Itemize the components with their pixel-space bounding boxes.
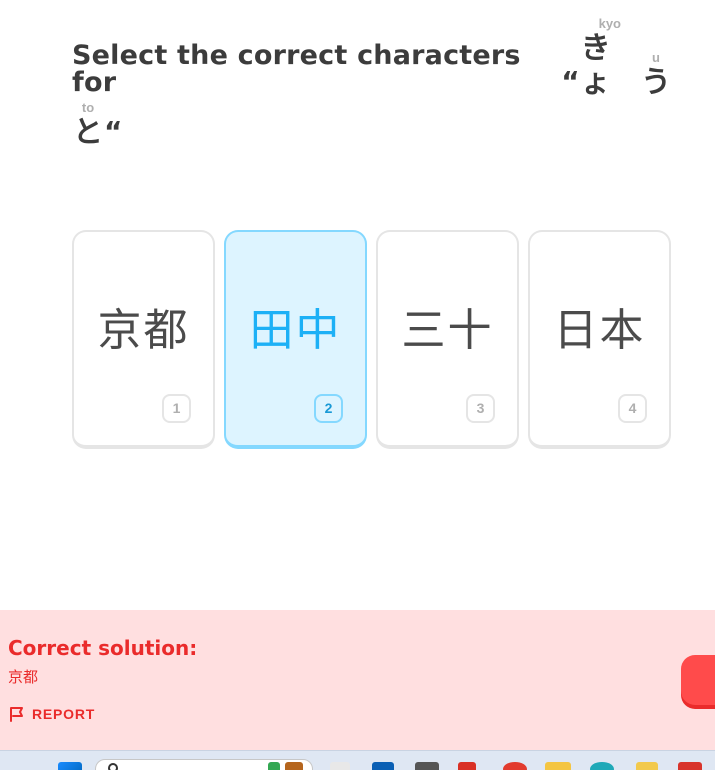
file-icon[interactable] xyxy=(285,762,303,770)
choice-characters: 日本 xyxy=(553,305,646,356)
open-quote: “ xyxy=(561,65,580,98)
prompt-line-2: to と “ xyxy=(72,100,672,150)
file-explorer-icon[interactable] xyxy=(503,762,527,770)
ruby-reading: kyo xyxy=(598,16,621,31)
choice-characters: 京都 xyxy=(97,305,190,356)
drive-icon[interactable] xyxy=(268,762,280,770)
correct-answer: 京都 xyxy=(8,668,39,686)
pdf-icon[interactable] xyxy=(415,762,439,770)
chrome-icon[interactable] xyxy=(458,762,476,770)
ruby-kana: と xyxy=(73,115,103,150)
choice-card-1[interactable]: 京都 1 xyxy=(72,230,215,449)
prompt-line-1: Select the correct characters for “ kyo … xyxy=(72,16,672,100)
ruby-reading: to xyxy=(81,100,95,115)
copilot-icon[interactable] xyxy=(330,762,350,770)
feedback-footer: Correct solution: 京都 REPORT xyxy=(0,610,715,750)
folder-icon[interactable] xyxy=(545,762,571,770)
ruby-kyo: kyo きょ xyxy=(581,16,639,100)
windows-start-icon[interactable] xyxy=(58,762,82,770)
choice-characters: 田中 xyxy=(249,305,342,356)
terminal-icon[interactable] xyxy=(372,762,394,770)
prompt: Select the correct characters for “ kyo … xyxy=(72,16,672,150)
edge-icon[interactable] xyxy=(590,762,614,770)
choice-card-3[interactable]: 三十 3 xyxy=(376,230,519,449)
taskbar-search[interactable] xyxy=(95,759,313,770)
report-button[interactable]: REPORT xyxy=(8,705,95,723)
ruby-kana: きょ xyxy=(580,31,611,100)
taskbar xyxy=(0,750,715,770)
choice-key-badge: 4 xyxy=(618,394,647,423)
ruby-to: to と xyxy=(73,100,103,150)
report-label: REPORT xyxy=(32,706,96,722)
prompt-text: Select the correct characters for xyxy=(72,40,521,98)
choice-key-badge: 2 xyxy=(314,394,343,423)
ruby-reading: u xyxy=(652,50,660,65)
choice-list: 京都 1 田中 2 三十 3 日本 4 xyxy=(72,230,671,449)
flag-icon xyxy=(10,707,23,722)
app-icon[interactable] xyxy=(678,762,702,770)
choice-key-badge: 3 xyxy=(466,394,495,423)
ruby-u: u う xyxy=(641,50,671,100)
continue-button[interactable] xyxy=(681,655,715,705)
choice-card-4[interactable]: 日本 4 xyxy=(528,230,671,449)
choice-card-2[interactable]: 田中 2 xyxy=(224,230,367,449)
feedback-title: Correct solution: xyxy=(8,636,198,660)
close-quote: “ xyxy=(104,115,123,148)
search-icon xyxy=(108,763,118,770)
ruby-kana: う xyxy=(641,65,671,100)
choice-key-badge: 1 xyxy=(162,394,191,423)
choice-characters: 三十 xyxy=(401,305,494,356)
app-icon[interactable] xyxy=(636,762,658,770)
